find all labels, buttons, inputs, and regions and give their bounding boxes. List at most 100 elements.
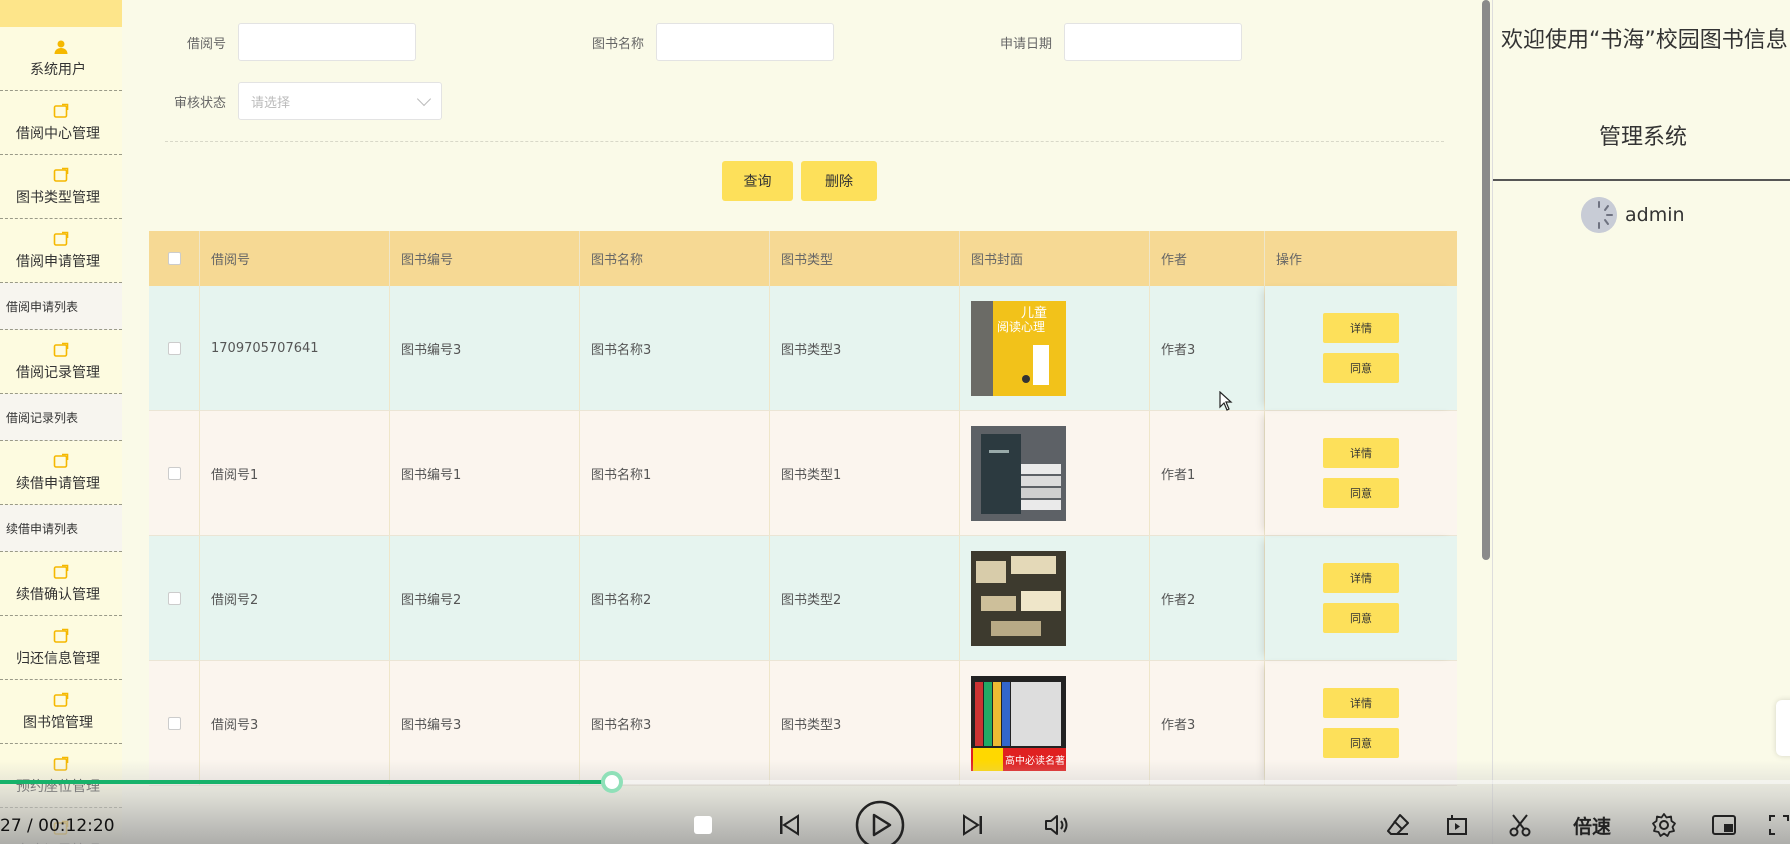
sidebar-subitem-4[interactable]: 续借申请列表 [0, 505, 122, 552]
play-icon [855, 800, 905, 844]
cut-button[interactable] [1506, 806, 1534, 844]
delete-button[interactable]: 删除 [801, 161, 877, 201]
username[interactable]: admin [1625, 204, 1685, 226]
cell-book-cover [960, 536, 1150, 660]
fullscreen-icon [1769, 815, 1789, 835]
detail-button[interactable]: 详情 [1323, 563, 1399, 593]
cell-actions: 详情 同意 [1265, 536, 1457, 660]
sidebar-item-6[interactable]: 归还信息管理 [0, 616, 122, 680]
book-cover-image[interactable] [971, 425, 1066, 521]
row-checkbox[interactable] [167, 341, 181, 355]
sidebar-item-7[interactable]: 图书馆管理 [0, 680, 122, 744]
sidebar-top-bar [0, 0, 122, 27]
clip-icon [1447, 815, 1467, 835]
borrow-no-label: 借阅号 [186, 36, 226, 52]
welcome-text: 欢迎使用“书海”校园图书信息 [1501, 28, 1788, 53]
picture-in-picture-icon [1712, 815, 1736, 835]
header-book-cover: 图书封面 [960, 231, 1150, 286]
folder-icon [53, 342, 69, 357]
sidebar-item-2[interactable]: 借阅申请管理 [0, 219, 122, 283]
book-cover-image[interactable]: 高中必读名著 [971, 675, 1066, 771]
sidebar-item-label: 图书类型管理 [16, 189, 100, 206]
approve-button[interactable]: 同意 [1323, 478, 1399, 508]
speed-button[interactable]: 倍速 [1570, 806, 1614, 844]
next-button[interactable] [960, 806, 986, 844]
user-icon [54, 40, 68, 54]
header-author: 作者 [1150, 231, 1265, 286]
play-button[interactable] [854, 800, 906, 844]
sidebar-item-5[interactable]: 续借确认管理 [0, 552, 122, 616]
clip-button[interactable] [1443, 806, 1471, 844]
apply-date-input[interactable] [1064, 23, 1242, 61]
row-checkbox[interactable] [167, 466, 181, 480]
row-select-cell [149, 411, 200, 535]
sidebar-item-3[interactable]: 借阅记录管理 [0, 330, 122, 394]
cell-book-cover: 儿童 阅读心理 [960, 286, 1150, 410]
book-cover-image[interactable] [971, 550, 1066, 646]
apply-date-label: 申请日期 [999, 36, 1052, 52]
book-name-input[interactable] [656, 23, 834, 61]
folder-icon [53, 564, 69, 579]
cell-author: 作者2 [1150, 536, 1265, 660]
table-header: 借阅号 图书编号 图书名称 图书类型 图书封面 作者 操作 [149, 231, 1457, 286]
vertical-scrollbar[interactable] [1482, 0, 1490, 560]
avatar[interactable] [1581, 197, 1617, 233]
row-checkbox[interactable] [167, 716, 181, 730]
scissors-icon [1509, 814, 1531, 837]
svg-text:阅读心理: 阅读心理 [997, 320, 1045, 334]
annotate-button[interactable] [1384, 806, 1412, 844]
header-book-type: 图书类型 [770, 231, 960, 286]
fullscreen-button[interactable] [1768, 806, 1790, 844]
select-all-checkbox[interactable] [167, 252, 181, 265]
chevron-down-icon [416, 91, 432, 106]
book-cover-image[interactable]: 儿童 阅读心理 [971, 300, 1066, 396]
review-status-label: 审核状态 [173, 95, 226, 111]
query-button[interactable]: 查询 [722, 161, 793, 201]
panel-divider [1493, 179, 1790, 181]
filter-divider [165, 141, 1444, 142]
approve-button[interactable]: 同意 [1323, 603, 1399, 633]
table-row: 1709705707641 图书编号3 图书名称3 图书类型3 儿童 阅读心理 作者3 详情同… [149, 286, 1457, 411]
picture-in-picture-button[interactable] [1710, 806, 1738, 844]
sidebar-item-0[interactable]: 借阅中心管理 [0, 91, 122, 155]
sidebar-item-1[interactable]: 图书类型管理 [0, 155, 122, 219]
borrow-table: 借阅号 图书编号 图书名称 图书类型 图书封面 作者 操作 1709705707… [149, 231, 1457, 786]
mouse-cursor-icon [1219, 391, 1233, 411]
sidebar-subitem-2[interactable]: 借阅申请列表 [0, 283, 122, 330]
book-name-filter: 图书名称 [570, 23, 834, 61]
detail-button[interactable]: 详情 [1323, 688, 1399, 718]
cell-borrow-no: 借阅号2 [200, 536, 390, 660]
sidebar-item-label: 续借确认管理 [16, 586, 100, 603]
cell-book-name: 图书名称2 [580, 536, 770, 660]
sidebar-subitem-3[interactable]: 借阅记录列表 [0, 394, 122, 441]
sidebar-item-label: 续借申请管理 [16, 475, 100, 492]
review-status-select[interactable]: 请选择 [238, 82, 442, 120]
approve-button[interactable]: 同意 [1323, 728, 1399, 758]
header-book-name: 图书名称 [580, 231, 770, 286]
detail-button[interactable]: 详情 [1323, 438, 1399, 468]
row-select-cell [149, 286, 200, 410]
folder-icon [53, 692, 69, 707]
borrow-no-input[interactable] [238, 23, 416, 61]
row-checkbox[interactable] [167, 591, 181, 605]
sidebar-item-system-user[interactable]: 系统用户 [0, 27, 122, 91]
volume-button[interactable] [1043, 806, 1071, 844]
skip-previous-icon [780, 814, 799, 836]
settings-button[interactable] [1650, 806, 1678, 844]
detail-button[interactable]: 详情 [1323, 313, 1399, 343]
cell-book-no: 图书编号2 [390, 536, 580, 660]
video-timecode: 27 / 00:12:20 [0, 816, 115, 836]
side-float-tab[interactable] [1776, 700, 1790, 756]
eraser-icon [1387, 814, 1409, 835]
review-status-filter: 审核状态 请选择 [162, 82, 442, 120]
cell-book-cover [960, 411, 1150, 535]
review-status-placeholder: 请选择 [251, 95, 291, 111]
cell-actions: 详情 同意 [1265, 286, 1457, 410]
sidebar-item-4[interactable]: 续借申请管理 [0, 441, 122, 505]
stop-button[interactable] [690, 806, 716, 844]
approve-button[interactable]: 同意 [1323, 353, 1399, 383]
header-book-no: 图书编号 [390, 231, 580, 286]
video-progress-knob[interactable] [601, 771, 624, 793]
table-row: 借阅号2 图书编号2 图书名称2 图书类型2 作者2 详情 同意 [149, 536, 1457, 661]
previous-button[interactable] [776, 806, 802, 844]
